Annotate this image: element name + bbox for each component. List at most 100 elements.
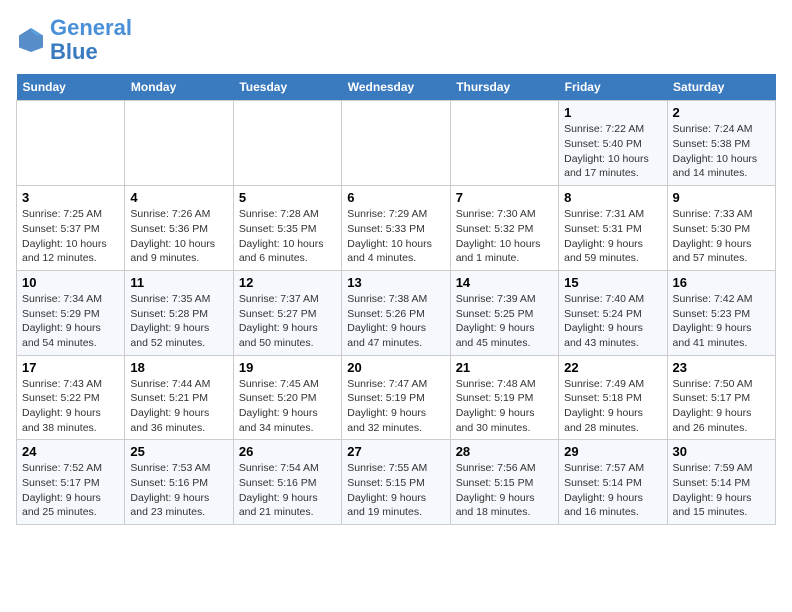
day-number: 22 [564,360,661,375]
day-info: Sunrise: 7:49 AM Sunset: 5:18 PM Dayligh… [564,377,661,436]
weekday-header-row: SundayMondayTuesdayWednesdayThursdayFrid… [17,74,776,101]
day-info: Sunrise: 7:47 AM Sunset: 5:19 PM Dayligh… [347,377,444,436]
calendar-body: 1 Sunrise: 7:22 AM Sunset: 5:40 PM Daylig… [17,101,776,525]
calendar-cell [450,101,558,186]
day-number: 10 [22,275,119,290]
day-number: 8 [564,190,661,205]
calendar-cell: 15 Sunrise: 7:40 AM Sunset: 5:24 PM Dayli… [559,270,667,355]
day-number: 13 [347,275,444,290]
day-info: Sunrise: 7:57 AM Sunset: 5:14 PM Dayligh… [564,461,661,520]
day-info: Sunrise: 7:40 AM Sunset: 5:24 PM Dayligh… [564,292,661,351]
day-number: 14 [456,275,553,290]
calendar-cell: 9 Sunrise: 7:33 AM Sunset: 5:30 PM Daylig… [667,186,775,271]
calendar-cell: 10 Sunrise: 7:34 AM Sunset: 5:29 PM Dayli… [17,270,125,355]
day-info: Sunrise: 7:39 AM Sunset: 5:25 PM Dayligh… [456,292,553,351]
day-info: Sunrise: 7:29 AM Sunset: 5:33 PM Dayligh… [347,207,444,266]
day-number: 18 [130,360,227,375]
calendar-cell: 6 Sunrise: 7:29 AM Sunset: 5:33 PM Daylig… [342,186,450,271]
weekday-header-cell: Tuesday [233,74,341,101]
day-number: 4 [130,190,227,205]
calendar-cell [233,101,341,186]
day-number: 26 [239,444,336,459]
calendar-cell: 26 Sunrise: 7:54 AM Sunset: 5:16 PM Dayli… [233,440,341,525]
day-number: 16 [673,275,770,290]
weekday-header-cell: Wednesday [342,74,450,101]
calendar-cell: 29 Sunrise: 7:57 AM Sunset: 5:14 PM Dayli… [559,440,667,525]
day-info: Sunrise: 7:25 AM Sunset: 5:37 PM Dayligh… [22,207,119,266]
weekday-header-cell: Monday [125,74,233,101]
day-number: 19 [239,360,336,375]
calendar-cell: 11 Sunrise: 7:35 AM Sunset: 5:28 PM Dayli… [125,270,233,355]
day-info: Sunrise: 7:54 AM Sunset: 5:16 PM Dayligh… [239,461,336,520]
day-info: Sunrise: 7:30 AM Sunset: 5:32 PM Dayligh… [456,207,553,266]
day-number: 30 [673,444,770,459]
day-info: Sunrise: 7:33 AM Sunset: 5:30 PM Dayligh… [673,207,770,266]
day-info: Sunrise: 7:45 AM Sunset: 5:20 PM Dayligh… [239,377,336,436]
day-number: 20 [347,360,444,375]
calendar-cell: 20 Sunrise: 7:47 AM Sunset: 5:19 PM Dayli… [342,355,450,440]
calendar-cell: 16 Sunrise: 7:42 AM Sunset: 5:23 PM Dayli… [667,270,775,355]
day-number: 11 [130,275,227,290]
logo-icon [16,25,46,55]
day-number: 3 [22,190,119,205]
calendar-week-row: 3 Sunrise: 7:25 AM Sunset: 5:37 PM Daylig… [17,186,776,271]
day-info: Sunrise: 7:42 AM Sunset: 5:23 PM Dayligh… [673,292,770,351]
calendar-cell: 28Sunrise: 7:56 AM Sunset: 5:15 PM Dayli… [450,440,558,525]
calendar-cell: 1 Sunrise: 7:22 AM Sunset: 5:40 PM Daylig… [559,101,667,186]
calendar-cell: 18 Sunrise: 7:44 AM Sunset: 5:21 PM Dayli… [125,355,233,440]
calendar-week-row: 1 Sunrise: 7:22 AM Sunset: 5:40 PM Daylig… [17,101,776,186]
day-info: Sunrise: 7:34 AM Sunset: 5:29 PM Dayligh… [22,292,119,351]
calendar-cell: 24 Sunrise: 7:52 AM Sunset: 5:17 PM Dayli… [17,440,125,525]
day-info: Sunrise: 7:59 AM Sunset: 5:14 PM Dayligh… [673,461,770,520]
calendar-cell: 21 Sunrise: 7:48 AM Sunset: 5:19 PM Dayli… [450,355,558,440]
day-number: 12 [239,275,336,290]
day-info: Sunrise: 7:38 AM Sunset: 5:26 PM Dayligh… [347,292,444,351]
day-info: Sunrise: 7:44 AM Sunset: 5:21 PM Dayligh… [130,377,227,436]
day-info: Sunrise: 7:31 AM Sunset: 5:31 PM Dayligh… [564,207,661,266]
logo-text: GeneralBlue [50,16,132,64]
day-number: 24 [22,444,119,459]
calendar-week-row: 24 Sunrise: 7:52 AM Sunset: 5:17 PM Dayli… [17,440,776,525]
calendar-cell: 27Sunrise: 7:55 AM Sunset: 5:15 PM Dayli… [342,440,450,525]
day-info: Sunrise: 7:50 AM Sunset: 5:17 PM Dayligh… [673,377,770,436]
day-number: 5 [239,190,336,205]
day-number: 21 [456,360,553,375]
day-info: Sunrise: 7:26 AM Sunset: 5:36 PM Dayligh… [130,207,227,266]
day-info: Sunrise: 7:53 AM Sunset: 5:16 PM Dayligh… [130,461,227,520]
calendar-cell: 17Sunrise: 7:43 AM Sunset: 5:22 PM Dayli… [17,355,125,440]
calendar-cell: 5 Sunrise: 7:28 AM Sunset: 5:35 PM Daylig… [233,186,341,271]
calendar-cell: 22 Sunrise: 7:49 AM Sunset: 5:18 PM Dayli… [559,355,667,440]
day-number: 15 [564,275,661,290]
calendar-cell: 23Sunrise: 7:50 AM Sunset: 5:17 PM Dayli… [667,355,775,440]
calendar-cell: 30 Sunrise: 7:59 AM Sunset: 5:14 PM Dayli… [667,440,775,525]
calendar-week-row: 17Sunrise: 7:43 AM Sunset: 5:22 PM Dayli… [17,355,776,440]
day-info: Sunrise: 7:35 AM Sunset: 5:28 PM Dayligh… [130,292,227,351]
weekday-header-cell: Sunday [17,74,125,101]
day-number: 7 [456,190,553,205]
day-number: 25 [130,444,227,459]
day-number: 6 [347,190,444,205]
day-info: Sunrise: 7:52 AM Sunset: 5:17 PM Dayligh… [22,461,119,520]
calendar-table: SundayMondayTuesdayWednesdayThursdayFrid… [16,74,776,525]
day-number: 27 [347,444,444,459]
calendar-cell: 13 Sunrise: 7:38 AM Sunset: 5:26 PM Dayli… [342,270,450,355]
calendar-cell: 8 Sunrise: 7:31 AM Sunset: 5:31 PM Daylig… [559,186,667,271]
calendar-cell: 25 Sunrise: 7:53 AM Sunset: 5:16 PM Dayli… [125,440,233,525]
day-info: Sunrise: 7:48 AM Sunset: 5:19 PM Dayligh… [456,377,553,436]
calendar-cell: 2Sunrise: 7:24 AM Sunset: 5:38 PM Daylig… [667,101,775,186]
day-number: 9 [673,190,770,205]
day-info: Sunrise: 7:28 AM Sunset: 5:35 PM Dayligh… [239,207,336,266]
day-number: 29 [564,444,661,459]
day-info: Sunrise: 7:22 AM Sunset: 5:40 PM Dayligh… [564,122,661,181]
calendar-cell: 7 Sunrise: 7:30 AM Sunset: 5:32 PM Daylig… [450,186,558,271]
calendar-cell: 4 Sunrise: 7:26 AM Sunset: 5:36 PM Daylig… [125,186,233,271]
weekday-header-cell: Friday [559,74,667,101]
day-info: Sunrise: 7:43 AM Sunset: 5:22 PM Dayligh… [22,377,119,436]
day-number: 1 [564,105,661,120]
day-info: Sunrise: 7:37 AM Sunset: 5:27 PM Dayligh… [239,292,336,351]
calendar-cell: 14 Sunrise: 7:39 AM Sunset: 5:25 PM Dayli… [450,270,558,355]
weekday-header-cell: Saturday [667,74,775,101]
calendar-cell: 19 Sunrise: 7:45 AM Sunset: 5:20 PM Dayli… [233,355,341,440]
day-number: 2 [673,105,770,120]
calendar-cell: 12 Sunrise: 7:37 AM Sunset: 5:27 PM Dayli… [233,270,341,355]
